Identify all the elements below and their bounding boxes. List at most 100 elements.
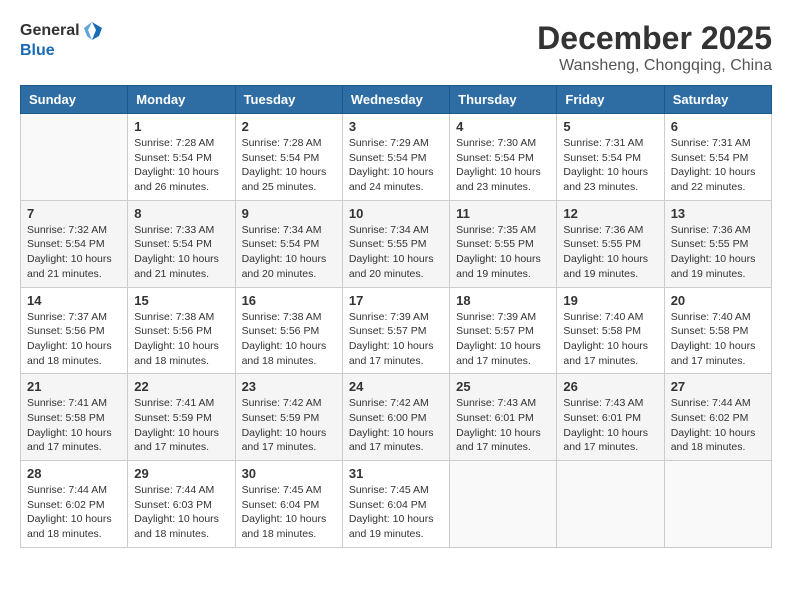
day-info: Sunrise: 7:32 AM Sunset: 5:54 PM Dayligh…	[27, 223, 121, 282]
day-info: Sunrise: 7:34 AM Sunset: 5:55 PM Dayligh…	[349, 223, 443, 282]
day-info: Sunrise: 7:44 AM Sunset: 6:02 PM Dayligh…	[671, 396, 765, 455]
day-number: 1	[134, 119, 228, 134]
calendar-cell-w3-d4: 17Sunrise: 7:39 AM Sunset: 5:57 PM Dayli…	[342, 287, 449, 374]
day-info: Sunrise: 7:43 AM Sunset: 6:01 PM Dayligh…	[456, 396, 550, 455]
calendar-cell-w4-d6: 26 Sunrise: 7:43 AM Sunset: 6:01 PM Dayli…	[557, 374, 664, 461]
header: General Blue December 2025 Wansheng, Cho…	[20, 20, 772, 75]
day-info: Sunrise: 7:39 AM Sunset: 5:57 PM Dayligh…	[456, 310, 550, 369]
day-info: Sunrise: 7:30 AM Sunset: 5:54 PM Dayligh…	[456, 136, 550, 195]
day-info: Sunrise: 7:36 AM Sunset: 5:55 PM Dayligh…	[671, 223, 765, 282]
day-number: 20	[671, 293, 765, 308]
calendar-cell-w5-d1: 28 Sunrise: 7:44 AM Sunset: 6:02 PM Dayli…	[21, 461, 128, 548]
day-info: Sunrise: 7:37 AM Sunset: 5:56 PM Dayligh…	[27, 310, 121, 369]
logo: General Blue	[20, 20, 104, 60]
calendar-cell-w2-d7: 13 Sunrise: 7:36 AM Sunset: 5:55 PM Dayli…	[664, 200, 771, 287]
calendar-cell-w4-d4: 24 Sunrise: 7:42 AM Sunset: 6:00 PM Dayli…	[342, 374, 449, 461]
calendar-cell-w1-d4: 3Sunrise: 7:29 AM Sunset: 5:54 PM Daylig…	[342, 114, 449, 201]
calendar-cell-w3-d3: 16 Sunrise: 7:38 AM Sunset: 5:56 PM Dayli…	[235, 287, 342, 374]
day-number: 18	[456, 293, 550, 308]
calendar-cell-w1-d7: 6Sunrise: 7:31 AM Sunset: 5:54 PM Daylig…	[664, 114, 771, 201]
calendar-cell-w2-d1: 7Sunrise: 7:32 AM Sunset: 5:54 PM Daylig…	[21, 200, 128, 287]
day-number: 28	[27, 466, 121, 481]
calendar-cell-w3-d6: 19 Sunrise: 7:40 AM Sunset: 5:58 PM Dayli…	[557, 287, 664, 374]
calendar-cell-w4-d3: 23Sunrise: 7:42 AM Sunset: 5:59 PM Dayli…	[235, 374, 342, 461]
header-friday: Friday	[557, 86, 664, 114]
calendar-cell-w1-d5: 4 Sunrise: 7:30 AM Sunset: 5:54 PM Daylig…	[450, 114, 557, 201]
calendar-cell-w5-d6	[557, 461, 664, 548]
calendar-cell-w2-d3: 9 Sunrise: 7:34 AM Sunset: 5:54 PM Daylig…	[235, 200, 342, 287]
day-info: Sunrise: 7:41 AM Sunset: 5:58 PM Dayligh…	[27, 396, 121, 455]
calendar-cell-w2-d4: 10Sunrise: 7:34 AM Sunset: 5:55 PM Dayli…	[342, 200, 449, 287]
month-title: December 2025	[537, 20, 772, 57]
day-info: Sunrise: 7:38 AM Sunset: 5:56 PM Dayligh…	[242, 310, 336, 369]
day-number: 26	[563, 379, 657, 394]
day-number: 27	[671, 379, 765, 394]
calendar-header-row: Sunday Monday Tuesday Wednesday Thursday…	[21, 86, 772, 114]
calendar-cell-w4-d1: 21 Sunrise: 7:41 AM Sunset: 5:58 PM Dayli…	[21, 374, 128, 461]
day-number: 9	[242, 206, 336, 221]
day-info: Sunrise: 7:28 AM Sunset: 5:54 PM Dayligh…	[242, 136, 336, 195]
day-number: 11	[456, 206, 550, 221]
logo-bird-icon	[82, 20, 104, 42]
day-info: Sunrise: 7:36 AM Sunset: 5:55 PM Dayligh…	[563, 223, 657, 282]
day-info: Sunrise: 7:34 AM Sunset: 5:54 PM Dayligh…	[242, 223, 336, 282]
header-saturday: Saturday	[664, 86, 771, 114]
day-info: Sunrise: 7:41 AM Sunset: 5:59 PM Dayligh…	[134, 396, 228, 455]
logo-general: General	[20, 22, 80, 40]
day-number: 15	[134, 293, 228, 308]
calendar-week-3: 14 Sunrise: 7:37 AM Sunset: 5:56 PM Dayli…	[21, 287, 772, 374]
calendar-cell-w3-d1: 14 Sunrise: 7:37 AM Sunset: 5:56 PM Dayli…	[21, 287, 128, 374]
day-number: 13	[671, 206, 765, 221]
location-title: Wansheng, Chongqing, China	[537, 57, 772, 75]
day-number: 5	[563, 119, 657, 134]
calendar-week-5: 28 Sunrise: 7:44 AM Sunset: 6:02 PM Dayli…	[21, 461, 772, 548]
day-info: Sunrise: 7:40 AM Sunset: 5:58 PM Dayligh…	[563, 310, 657, 369]
title-area: December 2025 Wansheng, Chongqing, China	[537, 20, 772, 75]
day-info: Sunrise: 7:38 AM Sunset: 5:56 PM Dayligh…	[134, 310, 228, 369]
calendar-cell-w1-d1	[21, 114, 128, 201]
calendar-cell-w5-d4: 31Sunrise: 7:45 AM Sunset: 6:04 PM Dayli…	[342, 461, 449, 548]
logo-blue: Blue	[20, 42, 104, 60]
day-info: Sunrise: 7:40 AM Sunset: 5:58 PM Dayligh…	[671, 310, 765, 369]
calendar-cell-w1-d2: 1Sunrise: 7:28 AM Sunset: 5:54 PM Daylig…	[128, 114, 235, 201]
calendar-cell-w5-d3: 30 Sunrise: 7:45 AM Sunset: 6:04 PM Dayli…	[235, 461, 342, 548]
day-info: Sunrise: 7:45 AM Sunset: 6:04 PM Dayligh…	[349, 483, 443, 542]
day-number: 4	[456, 119, 550, 134]
day-info: Sunrise: 7:33 AM Sunset: 5:54 PM Dayligh…	[134, 223, 228, 282]
day-number: 21	[27, 379, 121, 394]
day-number: 30	[242, 466, 336, 481]
day-info: Sunrise: 7:45 AM Sunset: 6:04 PM Dayligh…	[242, 483, 336, 542]
header-sunday: Sunday	[21, 86, 128, 114]
day-info: Sunrise: 7:44 AM Sunset: 6:02 PM Dayligh…	[27, 483, 121, 542]
calendar-cell-w3-d7: 20 Sunrise: 7:40 AM Sunset: 5:58 PM Dayli…	[664, 287, 771, 374]
calendar-cell-w2-d6: 12 Sunrise: 7:36 AM Sunset: 5:55 PM Dayli…	[557, 200, 664, 287]
day-info: Sunrise: 7:31 AM Sunset: 5:54 PM Dayligh…	[671, 136, 765, 195]
day-number: 24	[349, 379, 443, 394]
calendar-cell-w3-d2: 15 Sunrise: 7:38 AM Sunset: 5:56 PM Dayli…	[128, 287, 235, 374]
calendar-cell-w5-d2: 29Sunrise: 7:44 AM Sunset: 6:03 PM Dayli…	[128, 461, 235, 548]
day-number: 12	[563, 206, 657, 221]
day-number: 2	[242, 119, 336, 134]
calendar-cell-w5-d5	[450, 461, 557, 548]
header-monday: Monday	[128, 86, 235, 114]
day-number: 29	[134, 466, 228, 481]
calendar-cell-w3-d5: 18 Sunrise: 7:39 AM Sunset: 5:57 PM Dayli…	[450, 287, 557, 374]
day-info: Sunrise: 7:29 AM Sunset: 5:54 PM Dayligh…	[349, 136, 443, 195]
calendar-week-4: 21 Sunrise: 7:41 AM Sunset: 5:58 PM Dayli…	[21, 374, 772, 461]
day-number: 17	[349, 293, 443, 308]
day-number: 19	[563, 293, 657, 308]
day-info: Sunrise: 7:31 AM Sunset: 5:54 PM Dayligh…	[563, 136, 657, 195]
calendar-cell-w5-d7	[664, 461, 771, 548]
day-info: Sunrise: 7:42 AM Sunset: 6:00 PM Dayligh…	[349, 396, 443, 455]
calendar-cell-w4-d5: 25Sunrise: 7:43 AM Sunset: 6:01 PM Dayli…	[450, 374, 557, 461]
calendar-cell-w2-d2: 8Sunrise: 7:33 AM Sunset: 5:54 PM Daylig…	[128, 200, 235, 287]
calendar-cell-w1-d3: 2 Sunrise: 7:28 AM Sunset: 5:54 PM Daylig…	[235, 114, 342, 201]
day-number: 16	[242, 293, 336, 308]
day-info: Sunrise: 7:42 AM Sunset: 5:59 PM Dayligh…	[242, 396, 336, 455]
calendar-week-1: 1 Sunrise: 7:28 AM Sunset: 5:54 PM Daylig…	[21, 114, 772, 201]
day-info: Sunrise: 7:35 AM Sunset: 5:55 PM Dayligh…	[456, 223, 550, 282]
day-info: Sunrise: 7:43 AM Sunset: 6:01 PM Dayligh…	[563, 396, 657, 455]
day-number: 14	[27, 293, 121, 308]
day-number: 22	[134, 379, 228, 394]
calendar-table: Sunday Monday Tuesday Wednesday Thursday…	[20, 85, 772, 548]
